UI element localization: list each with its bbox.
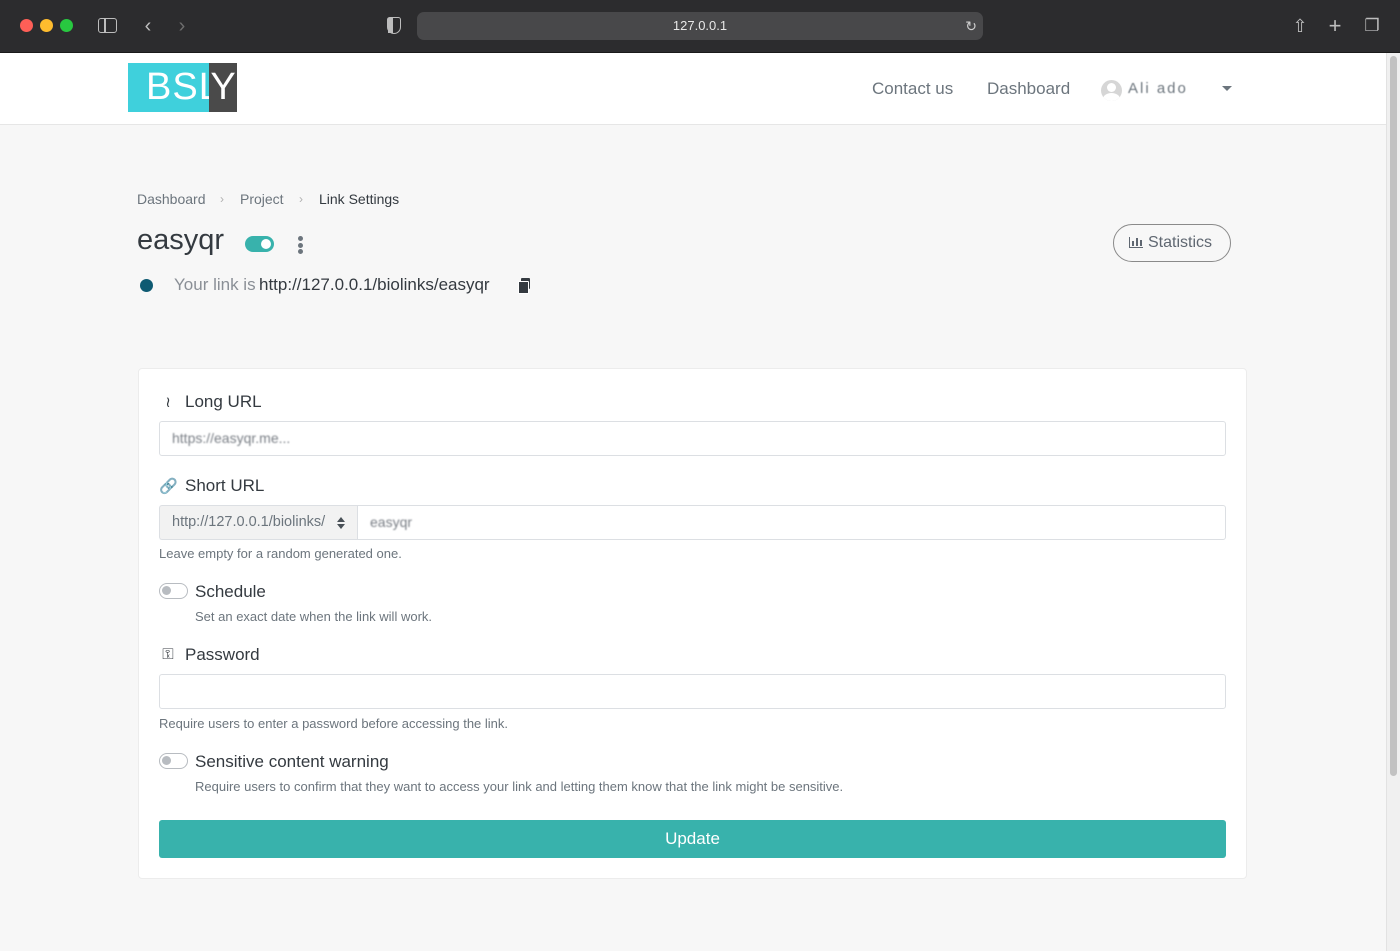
breadcrumb-project[interactable]: Project [240, 191, 284, 207]
short-url-help: Leave empty for a random generated one. [159, 546, 402, 561]
chevron-right-icon: › [220, 192, 224, 206]
status-dot [140, 279, 153, 292]
user-name[interactable]: Ali ado [1128, 80, 1188, 97]
sensitive-content-help: Require users to confirm that they want … [195, 779, 844, 794]
key-icon: ⚿ [162, 646, 174, 663]
chevron-left-icon[interactable]: ‹ [136, 14, 160, 38]
shield-icon[interactable] [387, 17, 401, 34]
schedule-help: Set an exact date when the link will wor… [195, 609, 433, 624]
reload-icon[interactable]: ↻ [965, 12, 977, 40]
logo-part-1: BSL [128, 63, 220, 112]
short-url-value: easyqr [370, 514, 413, 530]
link-prefix: Your link is [174, 275, 256, 294]
copy-icon[interactable] [518, 278, 531, 294]
address-bar[interactable]: 127.0.0.1 ↻ [417, 12, 983, 40]
sensitive-content-label: Sensitive content warning [195, 752, 389, 771]
short-url-label: Short URL [185, 476, 265, 495]
breadcrumb-link-settings: Link Settings [319, 191, 400, 207]
statistics-label: Statistics [1148, 234, 1213, 251]
password-label: Password [185, 645, 260, 664]
site-header: BSL Y Contact us Dashboard Ali ado [0, 53, 1386, 125]
long-url-input[interactable]: https://easyqr.me... [159, 421, 1226, 456]
scrollbar-thumb[interactable] [1390, 56, 1397, 776]
statistics-button[interactable]: Statistics [1113, 224, 1231, 262]
sidebar-icon[interactable] [98, 18, 117, 33]
long-url-label: Long URL [185, 392, 262, 411]
link-url[interactable]: http://127.0.0.1/biolinks/easyqr [259, 275, 490, 295]
page-scrollbar[interactable] [1386, 53, 1400, 951]
page-title: easyqr [137, 224, 225, 256]
password-input[interactable] [159, 674, 1226, 709]
link-enabled-toggle[interactable] [245, 236, 274, 252]
chevron-right-icon[interactable]: › [170, 14, 194, 38]
nav-contact-us[interactable]: Contact us [872, 79, 953, 99]
caret-down-icon[interactable] [1222, 86, 1232, 91]
nav-dashboard[interactable]: Dashboard [987, 79, 1070, 99]
long-url-value: https://easyqr.me... [172, 430, 291, 446]
bar-chart-icon [1129, 237, 1143, 248]
share-icon[interactable]: ⇧ [1288, 14, 1312, 38]
schedule-label: Schedule [195, 582, 266, 601]
avatar[interactable] [1101, 80, 1122, 101]
breadcrumb-dashboard[interactable]: Dashboard [137, 191, 206, 207]
schedule-toggle[interactable] [159, 583, 188, 599]
short-url-input[interactable]: easyqr [357, 505, 1226, 540]
plus-icon[interactable]: + [1323, 14, 1347, 38]
logo[interactable]: BSL Y [128, 63, 237, 112]
tabs-icon[interactable]: ❐ [1360, 14, 1384, 38]
sensitive-content-toggle[interactable] [159, 753, 188, 769]
chevron-right-icon: › [299, 192, 303, 206]
link-icon: 🔗 [159, 478, 178, 495]
more-options-icon[interactable] [296, 236, 304, 254]
select-arrows-icon [337, 517, 345, 529]
short-url-prefix: http://127.0.0.1/biolinks/ [172, 514, 326, 530]
address-text: 127.0.0.1 [672, 18, 728, 33]
password-help: Require users to enter a password before… [159, 716, 509, 731]
zoom-window-button[interactable] [60, 19, 73, 32]
minimize-window-button[interactable] [40, 19, 53, 32]
signature-icon: ≀ [165, 394, 171, 411]
short-url-domain-select[interactable]: http://127.0.0.1/biolinks/ [159, 505, 357, 540]
logo-part-2: Y [209, 63, 237, 112]
close-window-button[interactable] [20, 19, 33, 32]
update-button[interactable]: Update [159, 820, 1226, 858]
browser-toolbar: ‹ › 127.0.0.1 ↻ ⇧ + ❐ [0, 0, 1400, 53]
